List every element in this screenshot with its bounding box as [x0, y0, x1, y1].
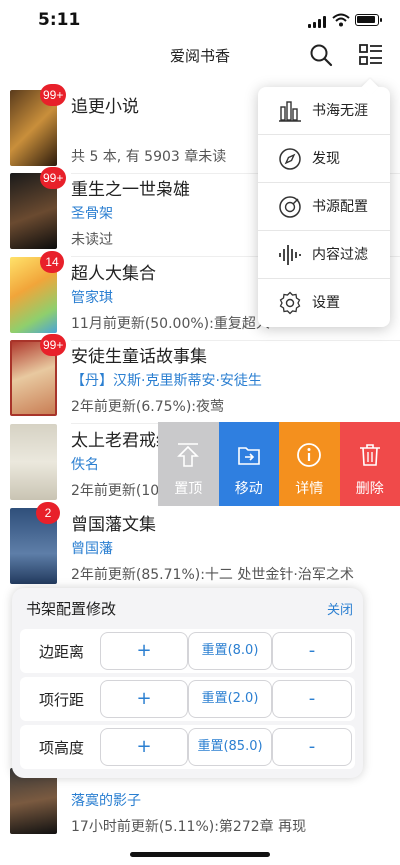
book-update: 2年前更新(85.71%):十二 处世金针·治军之术	[71, 567, 354, 583]
book-update: 17小时前更新(5.11%):第272章 再现	[71, 819, 307, 835]
status-bar: 5:11	[0, 0, 400, 40]
action-label: 删除	[355, 481, 384, 497]
config-label: 项行距	[39, 691, 85, 709]
config-row-margin: 边距离 + 重置(8.0) -	[20, 629, 355, 673]
menu-item-settings[interactable]: 设置	[258, 279, 390, 327]
book-update: 未读过	[71, 232, 113, 248]
config-label: 边距离	[39, 643, 85, 661]
book-update: 共 5 本, 有 5903 章未读	[71, 149, 227, 165]
book-update: 11月前更新(50.00%):重复超人	[71, 316, 270, 332]
delete-button[interactable]: 删除	[339, 422, 400, 506]
unread-badge: 99+	[40, 167, 67, 189]
wifi-icon	[332, 13, 350, 27]
book-title: 追更小说	[71, 97, 139, 117]
config-row-line-spacing: 项行距 + 重置(2.0) -	[20, 677, 355, 721]
book-author[interactable]: 【丹】汉斯·克里斯蒂安·安徒生	[71, 370, 262, 390]
menu-item-bookstore[interactable]: 书海无涯	[258, 87, 390, 135]
menu-item-label: 书源配置	[312, 199, 368, 215]
book-author[interactable]: 落寞的影子	[71, 790, 141, 810]
info-icon	[297, 443, 321, 467]
unread-badge: 99+	[40, 334, 67, 356]
trash-icon	[359, 444, 380, 466]
action-label: 置顶	[174, 481, 203, 497]
pin-top-button[interactable]: 置顶	[158, 422, 219, 506]
increase-button[interactable]: +	[100, 728, 188, 766]
menu-item-discover[interactable]: 发现	[258, 135, 390, 183]
config-label: 项高度	[39, 739, 85, 757]
unread-badge: 99+	[40, 84, 67, 106]
book-author[interactable]: 圣骨架	[71, 203, 113, 223]
menu-item-label: 设置	[312, 295, 340, 311]
book-title: 超人大集合	[71, 264, 156, 284]
soundwave-filter-icon	[279, 245, 301, 265]
menu-item-label: 内容过滤	[312, 247, 368, 263]
search-icon[interactable]	[308, 42, 334, 68]
list-item[interactable]: 99+ 安徒生童话故事集 【丹】汉斯·克里斯蒂安·安徒生 2年前更新(6.75%…	[0, 334, 400, 424]
book-update: 2年前更新(100	[71, 483, 169, 499]
reset-button[interactable]: 重置(8.0)	[188, 632, 272, 670]
detail-button[interactable]: 详情	[279, 422, 340, 506]
battery-icon	[355, 14, 382, 26]
cellular-signal-icon	[308, 16, 326, 28]
panel-title: 书架配置修改	[26, 600, 117, 618]
book-title: 曾国藩文集	[71, 515, 156, 535]
book-update: 2年前更新(6.75%):夜莺	[71, 399, 225, 415]
close-button[interactable]: 关闭	[327, 599, 353, 618]
source-config-icon	[279, 196, 301, 218]
book-author[interactable]: 管家琪	[71, 287, 113, 307]
book-title: 安徒生童话故事集	[71, 347, 207, 367]
move-button[interactable]: 移动	[218, 422, 279, 506]
menu-item-source-config[interactable]: 书源配置	[258, 183, 390, 231]
menu-item-label: 发现	[312, 151, 340, 167]
config-row-item-height: 项高度 + 重置(85.0) -	[20, 725, 355, 769]
menu-item-content-filter[interactable]: 内容过滤	[258, 231, 390, 279]
list-item[interactable]: 2 曾国藩文集 曾国藩 2年前更新(85.71%):十二 处世金针·治军之术	[0, 502, 400, 592]
action-label: 移动	[234, 481, 263, 497]
pin-top-icon	[177, 443, 199, 467]
reset-button[interactable]: 重置(2.0)	[188, 680, 272, 718]
page-title: 爱阅书香	[169, 47, 230, 65]
unread-badge: 14	[40, 251, 64, 273]
home-indicator	[130, 852, 270, 857]
reset-button[interactable]: 重置(85.0)	[188, 728, 272, 766]
book-title: 重生之一世枭雄	[71, 180, 190, 200]
decrease-button[interactable]: -	[272, 632, 352, 670]
increase-button[interactable]: +	[100, 632, 188, 670]
menu-item-label: 书海无涯	[312, 103, 368, 119]
move-folder-icon	[237, 447, 260, 465]
compass-icon	[279, 148, 301, 170]
list-menu-icon[interactable]	[358, 42, 384, 68]
popup-menu: 书海无涯 发现 书源配置 内容过滤 设置	[258, 78, 390, 327]
decrease-button[interactable]: -	[272, 728, 352, 766]
nav-bar: 爱阅书香	[0, 40, 400, 84]
book-author[interactable]: 曾国藩	[71, 538, 113, 558]
unread-badge: 2	[36, 502, 60, 524]
bookshelf-config-panel: 书架配置修改 关闭 边距离 + 重置(8.0) - 项行距 + 重置(2.0) …	[12, 588, 363, 778]
swipe-actions: 置顶 移动 详情 删除	[158, 422, 400, 506]
increase-button[interactable]: +	[100, 680, 188, 718]
action-label: 详情	[295, 481, 324, 497]
book-author[interactable]: 佚名	[71, 454, 99, 474]
book-cover	[10, 424, 57, 500]
decrease-button[interactable]: -	[272, 680, 352, 718]
gear-icon	[279, 291, 301, 315]
bookshelf-icon	[279, 101, 301, 122]
status-time: 5:11	[38, 10, 81, 30]
